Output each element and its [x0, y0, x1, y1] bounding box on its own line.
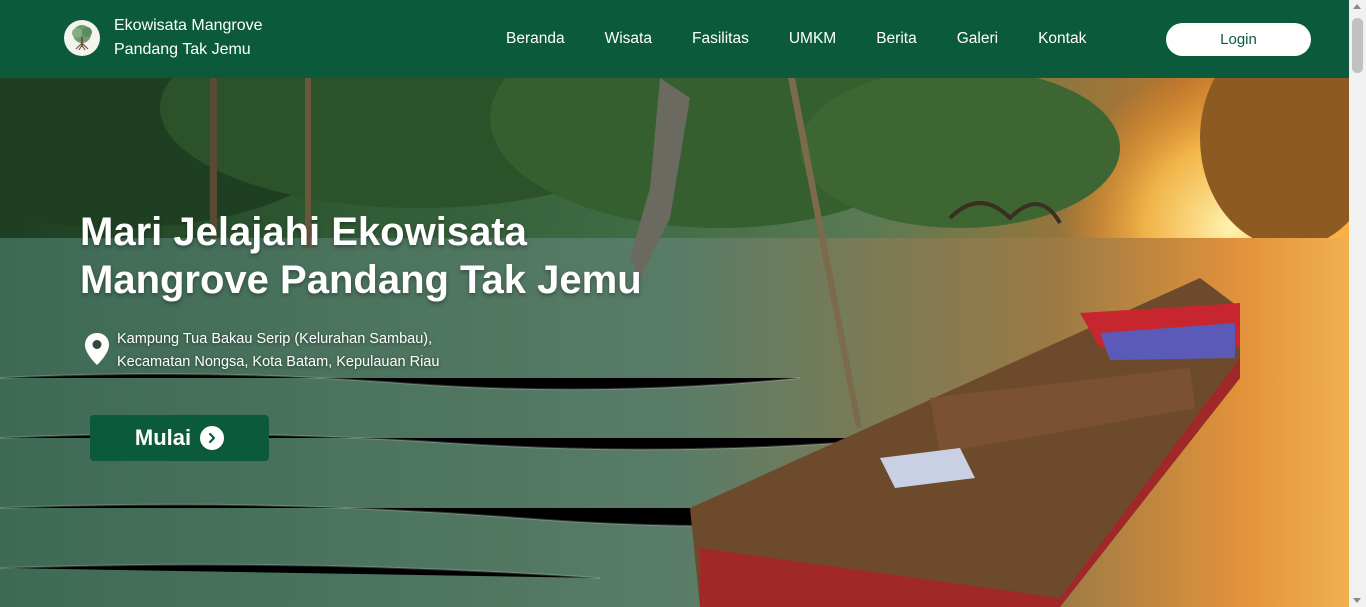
start-button-label: Mulai — [134, 425, 192, 450]
main-nav: Beranda Wisata Fasilitas UMKM Berita Gal… — [506, 0, 1126, 78]
navbar: Ekowisata Mangrove Pandang Tak Jemu Bera… — [0, 0, 1349, 78]
brand-name: Ekowisata Mangrove Pandang Tak Jemu — [114, 14, 263, 62]
page-scrollbar[interactable] — [1349, 0, 1366, 607]
nav-galeri[interactable]: Galeri — [957, 30, 998, 48]
start-button[interactable]: Mulai — [90, 415, 269, 461]
mangrove-tree-icon — [64, 20, 100, 56]
scroll-up-arrow-icon[interactable] — [1353, 4, 1361, 9]
location-line-1: Kampung Tua Bakau Serip (Kelurahan Samba… — [117, 331, 433, 347]
nav-fasilitas[interactable]: Fasilitas — [692, 30, 749, 48]
hero-title: Mari Jelajahi Ekowisata Mangrove Pandang… — [80, 208, 720, 304]
hero-title-line-1: Mari Jelajahi Ekowisata — [80, 210, 527, 254]
nav-beranda[interactable]: Beranda — [506, 30, 565, 48]
nav-berita[interactable]: Berita — [876, 30, 917, 48]
brand-line-1: Ekowisata Mangrove — [114, 17, 263, 34]
chevron-right-circle-icon — [200, 426, 225, 450]
login-button[interactable]: Login — [1166, 23, 1311, 56]
location-address: Kampung Tua Bakau Serip (Kelurahan Samba… — [117, 328, 439, 374]
hero-section: Mari Jelajahi Ekowisata Mangrove Pandang… — [0, 78, 1349, 607]
nav-wisata[interactable]: Wisata — [605, 30, 652, 48]
brand-line-2: Pandang Tak Jemu — [114, 41, 251, 58]
hero-title-line-2: Mangrove Pandang Tak Jemu — [80, 258, 642, 302]
location-info: Kampung Tua Bakau Serip (Kelurahan Samba… — [84, 328, 439, 374]
scroll-thumb[interactable] — [1352, 18, 1363, 73]
brand[interactable]: Ekowisata Mangrove Pandang Tak Jemu — [64, 14, 263, 62]
map-pin-icon — [85, 333, 109, 365]
nav-kontak[interactable]: Kontak — [1038, 30, 1086, 48]
location-line-2: Kecamatan Nongsa, Kota Batam, Kepulauan … — [117, 354, 440, 370]
nav-umkm[interactable]: UMKM — [789, 30, 836, 48]
scroll-down-arrow-icon[interactable] — [1353, 598, 1361, 603]
